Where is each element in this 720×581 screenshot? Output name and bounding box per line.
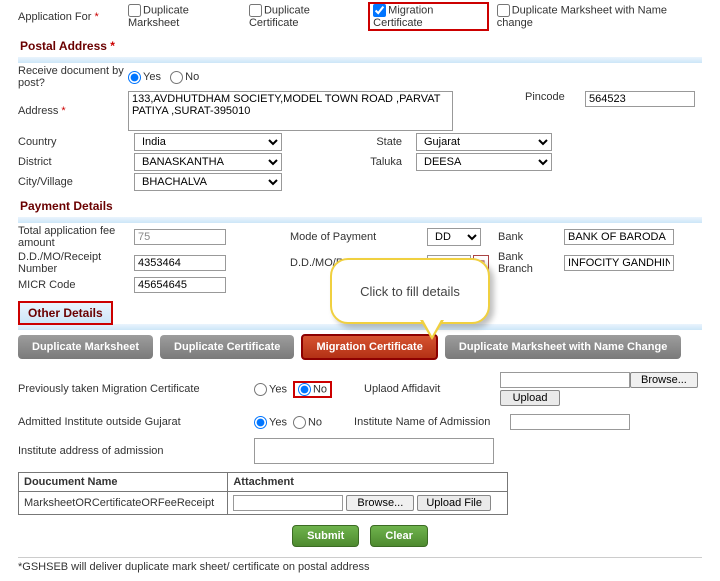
cb-migration-cert[interactable]: Migration Certificate (373, 4, 484, 29)
recv-no[interactable]: No (170, 71, 199, 83)
bank-input[interactable] (564, 229, 674, 245)
cb-dup-marksheet-namechange[interactable]: Duplicate Marksheet with Name change (497, 4, 702, 29)
state-label: State (315, 136, 410, 148)
pin-label: Pincode (525, 91, 585, 103)
total-input (134, 229, 226, 245)
other-header: Other Details (18, 301, 113, 325)
prev-yes[interactable]: Yes (254, 383, 287, 396)
cb-dup-marksheet[interactable]: Duplicate Marksheet (128, 4, 241, 29)
instname-input[interactable] (510, 414, 630, 430)
cb-dup-cert[interactable]: Duplicate Certificate (249, 4, 360, 29)
aff-file-input[interactable] (500, 372, 630, 388)
aff-upload-button[interactable]: Upload (500, 390, 560, 406)
prev-no[interactable]: No (298, 383, 327, 396)
recv-label: Receive document by post? (18, 65, 128, 89)
mode-select[interactable]: DD (427, 228, 481, 246)
adm-no[interactable]: No (293, 416, 322, 429)
cb-migration-cert-highlight: Migration Certificate (368, 2, 489, 31)
city-select[interactable]: BHACHALVA (134, 173, 282, 191)
state-select[interactable]: Gujarat (416, 133, 552, 151)
doc-file-input[interactable] (233, 495, 343, 511)
pin-input[interactable] (585, 91, 695, 107)
postal-header: Postal Address (20, 39, 107, 53)
city-label: City/Village (18, 176, 128, 188)
appfor-label: Application For (18, 11, 91, 23)
tab-migration-cert[interactable]: Migration Certificate (301, 334, 437, 360)
taluka-select[interactable]: DEESA (416, 153, 552, 171)
branch-label: Bank Branch (498, 251, 558, 275)
callout-tooltip: Click to fill details (330, 258, 490, 324)
addr-input[interactable]: 133,AVDHUTDHAM SOCIETY,MODEL TOWN ROAD ,… (128, 91, 453, 131)
mode-label: Mode of Payment (290, 231, 421, 243)
branch-input[interactable] (564, 255, 674, 271)
ddno-label: D.D./MO/Receipt Number (18, 251, 128, 275)
district-select[interactable]: BANASKANTHA (134, 153, 282, 171)
district-label: District (18, 156, 128, 168)
doc-col2: Attachment (228, 473, 508, 492)
tab-dup-marksheet[interactable]: Duplicate Marksheet (18, 335, 153, 359)
micr-input[interactable] (134, 277, 226, 293)
instaddr-label: Institute address of admission (18, 445, 248, 457)
tab-dup-cert[interactable]: Duplicate Certificate (160, 335, 294, 359)
instname-label: Institute Name of Admission (354, 416, 504, 428)
doc-col1: Doucument Name (19, 473, 228, 492)
star: * (94, 11, 98, 23)
pay-header: Payment Details (18, 195, 702, 217)
prev-label: Previously taken Migration Certificate (18, 383, 248, 395)
aff-browse-button[interactable]: Browse... (630, 372, 698, 388)
footer-note: *GSHSEB will deliver duplicate mark shee… (18, 557, 702, 573)
total-label: Total application fee amount (18, 225, 128, 249)
instaddr-input[interactable] (254, 438, 494, 464)
adm-yes[interactable]: Yes (254, 416, 287, 429)
doc-table: Doucument NameAttachment MarksheetORCert… (18, 472, 508, 515)
aff-label: Uplaod Affidavit (364, 383, 494, 395)
country-select[interactable]: India (134, 133, 282, 151)
ddno-input[interactable] (134, 255, 226, 271)
recv-yes[interactable]: Yes (128, 71, 161, 83)
doc-uploadfile-button[interactable]: Upload File (417, 495, 491, 511)
adm-label: Admitted Institute outside Gujarat (18, 416, 248, 428)
taluka-label: Taluka (315, 156, 410, 168)
micr-label: MICR Code (18, 279, 128, 291)
country-label: Country (18, 136, 128, 148)
addr-label: Address (18, 105, 58, 117)
tab-dup-marksheet-namechange[interactable]: Duplicate Marksheet with Name Change (445, 335, 681, 359)
doc-browse-button[interactable]: Browse... (346, 495, 414, 511)
submit-button[interactable]: Submit (292, 525, 359, 547)
bank-label: Bank (498, 231, 558, 243)
clear-button[interactable]: Clear (370, 525, 428, 547)
doc-row1-name: MarksheetORCertificateORFeeReceipt (19, 492, 228, 515)
